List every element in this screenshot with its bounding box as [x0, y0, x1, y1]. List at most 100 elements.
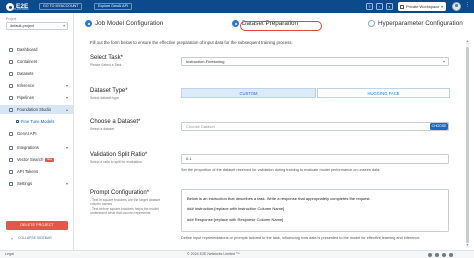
explore-genai-api-button[interactable]: Explore GenAI API: [94, 3, 132, 10]
chevron-down-icon: ▾: [65, 82, 68, 88]
validation-split-label: Validation Split Ratio*: [90, 152, 148, 158]
go-to-myaccount-button[interactable]: GO TO MYACCOUNT: [39, 3, 83, 10]
sidebar-item-api-tokens[interactable]: API Tokens: [0, 167, 74, 176]
scroll-up-icon[interactable]: ▲: [466, 39, 469, 43]
sidebar-item-label: Dashboard: [17, 47, 38, 52]
dataset-type-sub: Select dataset type: [90, 96, 119, 100]
choose-dataset-sub: Select a dataset: [90, 127, 115, 131]
step-label: Job Model Configuration: [95, 20, 164, 27]
gear-icon: [9, 181, 13, 186]
collapse-label: COLLAPSE SIDEBAR: [18, 236, 52, 240]
inference-icon: [9, 83, 13, 88]
prompt-line: Below is an instruction that describes a…: [187, 196, 371, 201]
chevron-down-icon: ▾: [65, 144, 68, 150]
workspace-selector[interactable]: Private Workspace ▾: [398, 2, 446, 11]
project-label: Project: [6, 17, 17, 21]
sidebar-item-foundation-studio[interactable]: Foundation Studio ▴: [0, 105, 74, 114]
prompt-note: understand what that column represents: [90, 211, 151, 215]
sidebar-item-dashboard[interactable]: Dashboard: [0, 45, 74, 54]
prompt-configuration-label: Prompt Configuration*: [90, 190, 150, 196]
genai-api-icon: [9, 131, 13, 136]
vector-search-icon: [9, 157, 13, 162]
top-bar: E2E AI PLATFORM GO TO MYACCOUNT Explore …: [0, 0, 474, 13]
sidebar-item-genai-api[interactable]: GenAI API: [0, 129, 74, 138]
sidebar-item-label: Inference: [17, 83, 35, 88]
current-step-highlight: [240, 21, 322, 31]
chevron-down-icon: ▾: [440, 4, 443, 9]
copyright: © 2024 E2E Networks Limited ™: [187, 252, 240, 256]
step-current-icon: [232, 20, 239, 27]
container-icon: [9, 59, 13, 64]
help-icon[interactable]: ?: [366, 3, 373, 10]
step-pending-icon: [368, 20, 375, 27]
new-badge: New: [45, 158, 54, 162]
key-icon: [9, 169, 13, 174]
sidebar-item-settings[interactable]: Settings ▾: [0, 179, 74, 188]
step-label: Hyperparameter Configuration: [378, 20, 463, 27]
select-task-dropdown[interactable]: Instruction-Finetuning ▾: [181, 57, 449, 66]
step-hyperparameter-configuration[interactable]: Hyperparameter Configuration: [368, 20, 463, 27]
sidebar-item-datasets[interactable]: Datasets: [0, 69, 74, 78]
sidebar-item-fine-tune-models[interactable]: Fine Tune Models: [0, 117, 74, 126]
prompt-line: ### Response:[replace with Response Colu…: [187, 217, 284, 222]
step-done-icon: [85, 20, 92, 27]
sidebar-item-label: Containers: [17, 59, 38, 64]
more-menu-icon[interactable]: ⋮: [465, 3, 470, 8]
validation-split-help: Set the proportion of the dataset reserv…: [181, 168, 381, 172]
project-select[interactable]: default-project ▾: [6, 22, 68, 30]
twitter-icon[interactable]: [435, 252, 439, 257]
workspace-label: Private Workspace: [406, 4, 440, 9]
choose-dataset-button[interactable]: CHOOSE: [430, 123, 448, 130]
project-value: default-project: [10, 24, 35, 28]
sidebar-item-vector-search[interactable]: Vector Search New: [0, 155, 74, 164]
choose-dataset-label: Choose a Dataset*: [90, 119, 141, 125]
chevron-up-icon: ▴: [65, 106, 68, 112]
facebook-icon[interactable]: [442, 252, 446, 257]
sidebar: Project default-project ▾ Dashboard Cont…: [0, 13, 74, 250]
sidebar-item-pipelines[interactable]: Pipelines ▾: [0, 93, 74, 102]
dataset-type-custom-toggle[interactable]: CUSTOM: [181, 88, 316, 98]
select-task-sub: Please Select a Task: [90, 63, 122, 67]
notification-icon[interactable]: ◦: [376, 3, 383, 10]
sidebar-item-integrations[interactable]: Integrations ▾: [0, 143, 74, 152]
validation-split-sub: Select a ratio to split for evaluation: [90, 160, 142, 164]
delete-project-button[interactable]: DELETE PROJECT: [6, 221, 68, 230]
legal-link[interactable]: Legal: [5, 251, 14, 258]
sidebar-item-label: Datasets: [17, 71, 34, 76]
choose-dataset-input[interactable]: Choose Dataset: [181, 122, 449, 131]
pipeline-icon: [9, 95, 13, 100]
prompt-help: Define input representations or prompts …: [181, 236, 421, 240]
dataset-type-label: Dataset Type*: [90, 88, 128, 94]
prompt-note: column names: [90, 202, 113, 206]
sidebar-item-label: Pipelines: [17, 95, 34, 100]
workspace-icon: [400, 4, 404, 9]
chevron-down-icon: ▾: [63, 24, 65, 28]
collapse-sidebar-button[interactable]: « COLLAPSE SIDEBAR: [11, 236, 52, 241]
foundation-studio-icon: [9, 107, 13, 112]
prompt-line: ### Instruction:[replace with Instructio…: [187, 206, 285, 211]
dataset-type-huggingface-toggle[interactable]: HUGGING FACE: [317, 88, 450, 98]
dashboard-icon: [9, 47, 13, 52]
linkedin-icon[interactable]: [428, 252, 432, 257]
database-icon: [9, 71, 13, 76]
sidebar-item-containers[interactable]: Containers: [0, 57, 74, 66]
sidebar-item-label: Vector Search New: [17, 157, 54, 162]
scroll-down-icon[interactable]: ▼: [466, 243, 469, 247]
apps-icon[interactable]: ▪: [386, 3, 393, 10]
chevron-down-icon: ▾: [65, 180, 68, 186]
youtube-icon[interactable]: [449, 252, 453, 257]
sidebar-item-label: Fine Tune Models: [21, 119, 55, 124]
scrollbar-thumb[interactable]: [466, 47, 469, 243]
prompt-textarea[interactable]: Below is an instruction that describes a…: [181, 189, 449, 232]
sidebar-item-label: API Tokens: [17, 169, 39, 174]
fine-tune-icon: [16, 119, 19, 123]
sidebar-item-inference[interactable]: Inference ▾: [0, 81, 74, 90]
form-intro: Fill out the form below to ensure the ef…: [90, 40, 293, 45]
chevron-down-icon: ▾: [65, 94, 68, 100]
sidebar-item-label: Settings: [17, 181, 33, 186]
step-job-model-configuration[interactable]: Job Model Configuration: [85, 20, 163, 27]
user-avatar[interactable]: [452, 2, 461, 11]
validation-split-input[interactable]: 0.1: [181, 154, 449, 164]
sidebar-item-label: Integrations: [17, 145, 39, 150]
collapse-icon: «: [11, 235, 14, 241]
